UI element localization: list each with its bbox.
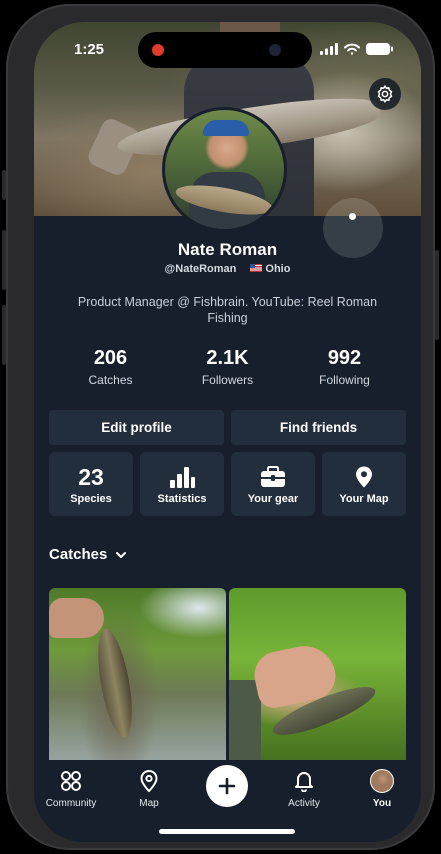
map-label: Your Map bbox=[339, 493, 389, 505]
you-avatar bbox=[370, 769, 394, 793]
us-flag-icon bbox=[250, 264, 263, 272]
profile-location: Ohio bbox=[265, 263, 291, 275]
tab-you[interactable]: You bbox=[347, 768, 417, 809]
volume-down-button bbox=[2, 305, 6, 365]
tab-label: Activity bbox=[288, 798, 320, 809]
community-icon bbox=[61, 771, 81, 791]
status-bar: 1:25 bbox=[34, 22, 421, 72]
stat-label: Followers bbox=[201, 373, 254, 387]
catch-photo[interactable] bbox=[229, 588, 406, 764]
front-camera-icon bbox=[269, 44, 281, 56]
phone-frame: 1:25 Nate Roman @NateRoman Ohio Product … bbox=[6, 4, 435, 850]
species-label: Species bbox=[70, 493, 112, 505]
photo-fish bbox=[91, 626, 139, 740]
profile-tiles: 23 Species Statistics Your gear Your Map bbox=[49, 452, 406, 516]
map-pin-outline-icon bbox=[140, 769, 158, 793]
recording-indicator-icon bbox=[152, 44, 164, 56]
signal-icon bbox=[320, 43, 338, 55]
home-indicator bbox=[159, 829, 295, 834]
stat-label: Following bbox=[319, 373, 370, 387]
catch-photo[interactable] bbox=[49, 588, 226, 764]
power-button bbox=[435, 250, 439, 340]
plus-icon bbox=[218, 777, 236, 795]
profile-bio: Product Manager @ Fishbrain. YouTube: Re… bbox=[77, 295, 378, 325]
bell-icon bbox=[295, 772, 313, 792]
bottom-tab-bar: Community Map Activity You bbox=[34, 760, 421, 842]
wifi-icon bbox=[344, 43, 360, 55]
tab-label: Map bbox=[139, 798, 159, 809]
map-tile[interactable]: Your Map bbox=[322, 452, 406, 516]
touch-indicator-dot bbox=[349, 213, 356, 220]
tab-activity[interactable]: Activity bbox=[269, 768, 339, 809]
settings-button[interactable] bbox=[369, 78, 401, 110]
status-time: 1:25 bbox=[74, 41, 105, 58]
stat-value: 2.1K bbox=[206, 347, 249, 369]
app-screen: 1:25 Nate Roman @NateRoman Ohio Product … bbox=[34, 22, 421, 842]
catches-dropdown[interactable]: Catches bbox=[49, 546, 127, 563]
dynamic-island bbox=[138, 32, 312, 68]
tab-label: Community bbox=[45, 798, 97, 809]
bar-chart-icon bbox=[170, 467, 195, 488]
stat-followers[interactable]: 2.1K Followers bbox=[169, 347, 286, 387]
statistics-label: Statistics bbox=[157, 493, 207, 505]
stat-value: 992 bbox=[327, 347, 362, 369]
stat-value: 206 bbox=[93, 347, 128, 369]
stat-following[interactable]: 992 Following bbox=[286, 347, 403, 387]
profile-name: Nate Roman bbox=[177, 240, 278, 259]
species-count: 23 bbox=[78, 464, 104, 490]
profile-handle-row: @NateRoman Ohio bbox=[34, 263, 421, 275]
catches-title: Catches bbox=[49, 546, 108, 563]
profile-handle: @NateRoman bbox=[164, 263, 237, 275]
species-tile[interactable]: 23 Species bbox=[49, 452, 133, 516]
photo-arm bbox=[229, 680, 261, 764]
avatar-cap bbox=[203, 120, 249, 136]
gear-tile[interactable]: Your gear bbox=[231, 452, 315, 516]
stat-label: Catches bbox=[88, 373, 133, 387]
catches-grid bbox=[49, 588, 406, 764]
status-icons bbox=[320, 42, 395, 56]
find-friends-button[interactable]: Find friends bbox=[231, 410, 406, 445]
add-catch-button[interactable] bbox=[206, 765, 248, 807]
tab-community[interactable]: Community bbox=[36, 768, 106, 809]
battery-icon bbox=[366, 43, 393, 55]
profile-actions: Edit profile Find friends bbox=[49, 410, 406, 445]
volume-up-button bbox=[2, 230, 6, 290]
tab-map[interactable]: Map bbox=[114, 768, 184, 809]
gear-label: Your gear bbox=[247, 493, 299, 505]
tab-label: You bbox=[372, 798, 392, 809]
statistics-tile[interactable]: Statistics bbox=[140, 452, 224, 516]
stat-catches[interactable]: 206 Catches bbox=[52, 347, 169, 387]
edit-profile-button[interactable]: Edit profile bbox=[49, 410, 224, 445]
chevron-down-icon bbox=[116, 551, 127, 558]
tackle-box-icon bbox=[261, 466, 285, 487]
gear-icon bbox=[377, 85, 393, 103]
side-button bbox=[2, 170, 6, 200]
profile-avatar[interactable] bbox=[162, 107, 287, 232]
photo-hand bbox=[49, 598, 104, 638]
profile-stats: 206 Catches 2.1K Followers 992 Following bbox=[52, 347, 403, 387]
map-pin-icon bbox=[356, 466, 372, 488]
